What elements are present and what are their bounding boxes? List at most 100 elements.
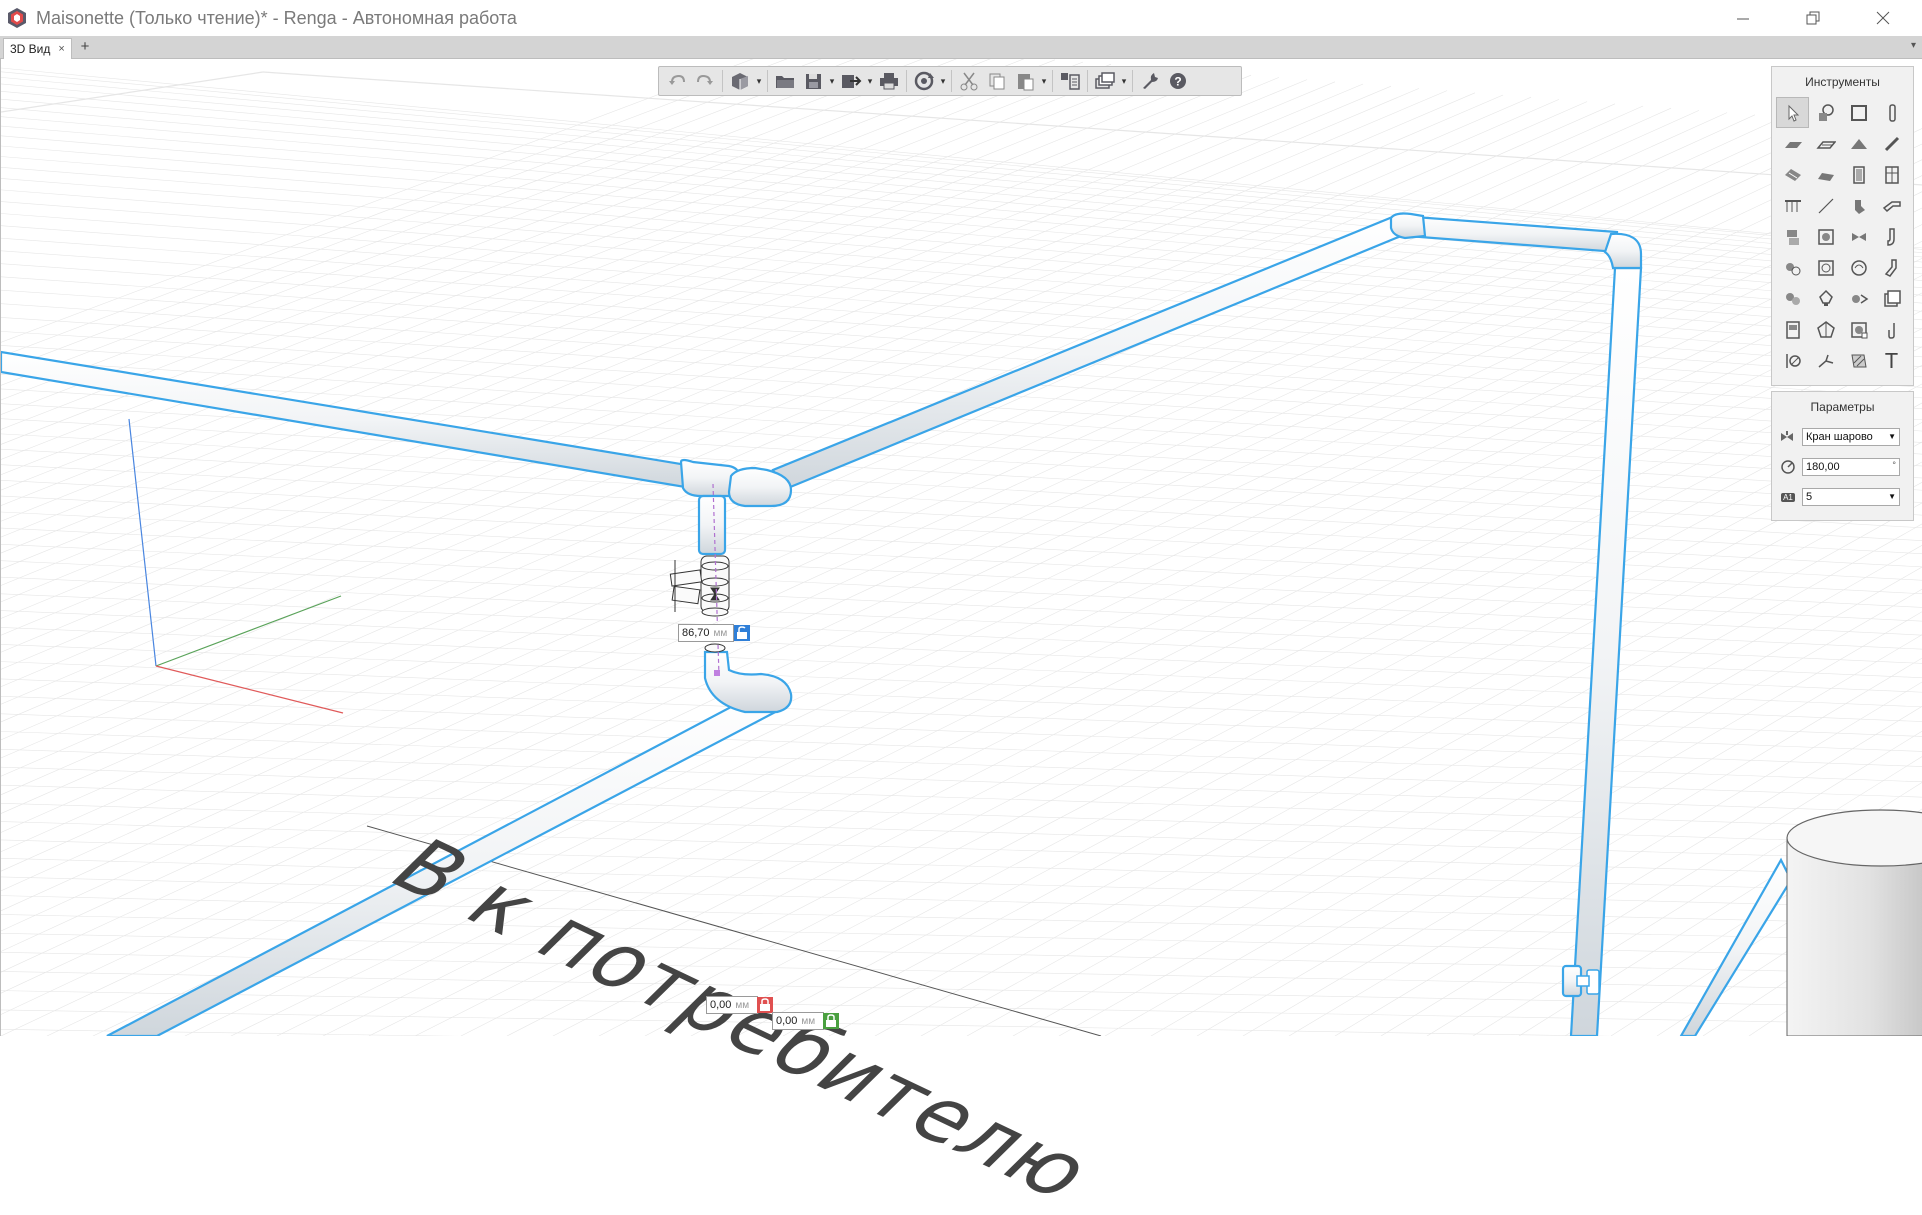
stair-tool[interactable]	[1809, 159, 1842, 190]
hatch-tool[interactable]	[1842, 345, 1875, 376]
plumbing-icon	[1854, 199, 1865, 214]
unlock-icon[interactable]	[734, 625, 750, 641]
plumbing-tool[interactable]	[1842, 190, 1875, 221]
toolbar-separator	[1132, 70, 1133, 92]
route-tool[interactable]	[1809, 345, 1842, 376]
minimize-button[interactable]	[1708, 0, 1778, 36]
cut-icon	[960, 72, 978, 91]
save-dropdown-arrow[interactable]: ▾	[827, 76, 837, 87]
duct-fitting-tool[interactable]	[1875, 252, 1908, 283]
snap-point[interactable]	[714, 670, 720, 676]
pipe-segment[interactable]	[1569, 266, 1643, 1036]
toolbar-separator	[1052, 70, 1053, 92]
redo-button[interactable]	[691, 69, 719, 93]
cabinet-tool[interactable]	[1776, 314, 1809, 345]
export-button[interactable]	[837, 69, 865, 93]
door-tool[interactable]	[1842, 159, 1875, 190]
pipe-elbow-corner[interactable]	[1603, 232, 1643, 270]
bracket-tool[interactable]	[1875, 314, 1908, 345]
wall-opening-tool[interactable]	[1842, 97, 1875, 128]
layers-dropdown-arrow[interactable]: ▾	[1119, 76, 1129, 87]
assembly-tool[interactable]	[1809, 97, 1842, 128]
lock-y-icon[interactable]	[823, 1013, 839, 1029]
pipe-segment[interactable]	[1, 350, 695, 490]
grid-line	[1, 731, 1922, 798]
pipe-fitting-tool[interactable]	[1875, 221, 1908, 252]
tab-close-icon[interactable]: ×	[58, 43, 64, 55]
restore-button[interactable]	[1778, 0, 1848, 36]
open-button[interactable]	[771, 69, 799, 93]
export-dropdown-arrow[interactable]: ▾	[865, 76, 875, 87]
save-button[interactable]	[799, 69, 827, 93]
paste-button[interactable]	[1011, 69, 1039, 93]
railing-tool[interactable]	[1776, 190, 1809, 221]
window-tool[interactable]	[1875, 159, 1908, 190]
radiator-icon	[1850, 259, 1867, 276]
viewport-3d[interactable]: В к потребителю	[0, 59, 1922, 1215]
view-dropdown-arrow[interactable]: ▾	[754, 76, 764, 87]
print-button[interactable]	[875, 69, 903, 93]
axis-z	[128, 418, 157, 667]
column-tool[interactable]	[1875, 97, 1908, 128]
offset-y-field[interactable]: 0,00 мм	[772, 1012, 824, 1030]
meter-tool[interactable]	[1842, 314, 1875, 345]
settings-button[interactable]	[1136, 69, 1164, 93]
copy-icon	[989, 73, 1005, 90]
pipe-segment[interactable]	[771, 214, 1403, 492]
style-select[interactable]: Кран шарово ▼	[1802, 428, 1900, 446]
cut-button[interactable]	[955, 69, 983, 93]
text-tool[interactable]: T	[1875, 345, 1908, 376]
add-tab-button[interactable]: +	[76, 38, 94, 56]
equipment-tool[interactable]	[1776, 221, 1809, 252]
tab-3d-view[interactable]: 3D Вид ×	[3, 38, 72, 59]
tab-label: 3D Вид	[10, 42, 51, 56]
pipe-segment[interactable]	[1679, 857, 1793, 1036]
view-cube-button[interactable]	[726, 69, 754, 93]
pipe-drop[interactable]	[697, 494, 727, 556]
socket-tool[interactable]	[1809, 314, 1842, 345]
line-tool[interactable]	[1809, 190, 1842, 221]
radiator-tool[interactable]	[1842, 252, 1875, 283]
fan-tool[interactable]	[1842, 283, 1875, 314]
floor-tool[interactable]	[1776, 128, 1809, 159]
close-button[interactable]	[1848, 0, 1918, 36]
filter-tool[interactable]	[1809, 252, 1842, 283]
offset-x-field[interactable]: 0,00 мм	[706, 996, 758, 1014]
lock-x-icon[interactable]	[757, 997, 773, 1013]
select-tool[interactable]	[1776, 97, 1809, 128]
elbow-tool[interactable]	[1875, 190, 1908, 221]
tab-menu-icon[interactable]: ▾	[1911, 40, 1916, 51]
paste-dropdown-arrow[interactable]: ▾	[1039, 76, 1049, 87]
layers-button[interactable]	[1091, 69, 1119, 93]
sync-dropdown-arrow[interactable]: ▾	[938, 76, 948, 87]
axis-tool[interactable]	[1776, 345, 1809, 376]
help-button[interactable]: ?	[1164, 69, 1192, 93]
railing-icon	[1784, 199, 1801, 212]
panel-tool[interactable]	[1875, 283, 1908, 314]
valve-length-field[interactable]: 86,70 мм	[678, 624, 734, 642]
properties-button[interactable]	[1056, 69, 1084, 93]
sync-button[interactable]	[910, 69, 938, 93]
assembly-icon	[1818, 103, 1834, 121]
lamp-tool[interactable]	[1809, 283, 1842, 314]
slab-tool[interactable]	[1809, 128, 1842, 159]
level-select[interactable]: 5 ▼	[1802, 488, 1900, 506]
sprinkler-tool[interactable]	[1776, 283, 1809, 314]
pipe-coupling[interactable]	[1389, 212, 1427, 240]
copy-button[interactable]	[983, 69, 1011, 93]
beam-tool[interactable]	[1875, 128, 1908, 159]
angle-input[interactable]: 180,00 °	[1802, 458, 1900, 476]
tank-cylinder[interactable]	[1786, 809, 1922, 1036]
grid-line	[1, 610, 1922, 693]
pump-tool[interactable]	[1776, 252, 1809, 283]
undo-button[interactable]	[663, 69, 691, 93]
roof-tool[interactable]	[1842, 128, 1875, 159]
boiler-tool[interactable]	[1809, 221, 1842, 252]
boiler-icon	[1817, 228, 1834, 245]
undo-icon	[669, 74, 685, 85]
scene-canvas[interactable]	[1, 59, 1922, 1036]
ramp-tool[interactable]	[1776, 159, 1809, 190]
offset-y-unit: мм	[801, 1015, 816, 1027]
valve-tool[interactable]	[1842, 221, 1875, 252]
grid-line	[1, 511, 1922, 608]
